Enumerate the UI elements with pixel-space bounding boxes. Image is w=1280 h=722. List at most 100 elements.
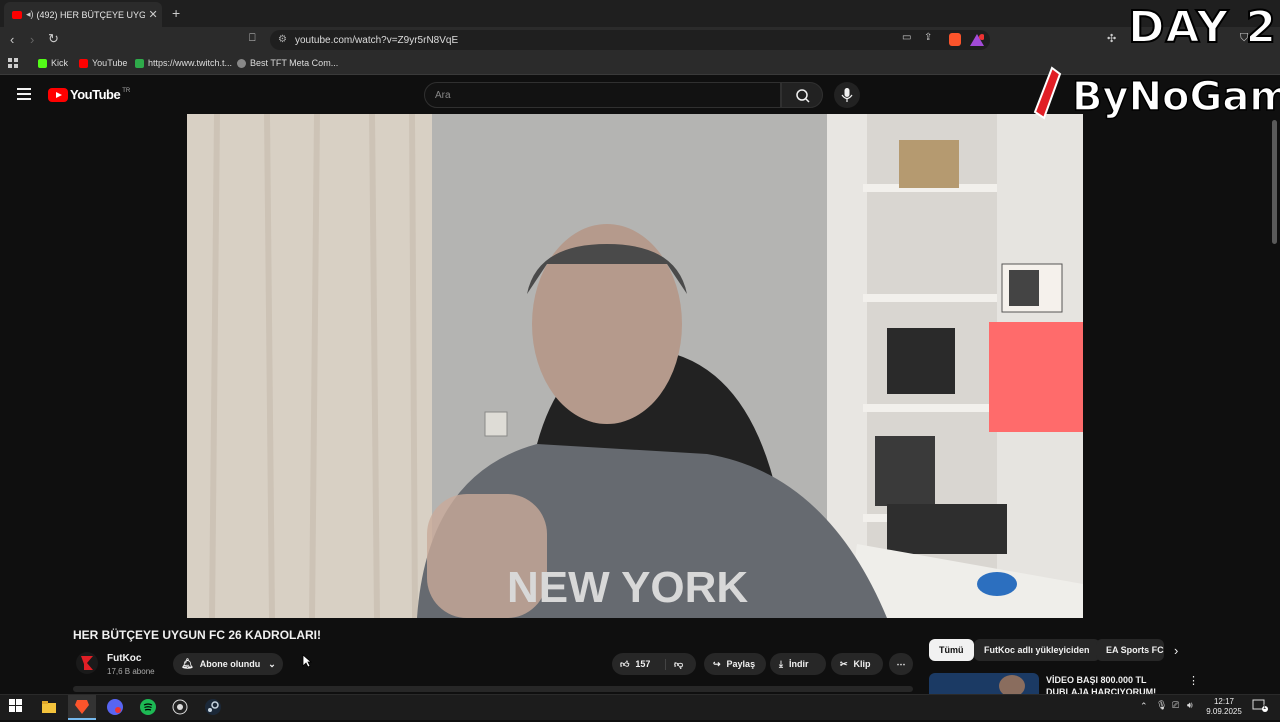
share-button[interactable]: ↪ Paylaş (704, 653, 766, 675)
description-box[interactable] (73, 686, 913, 692)
recommended-title[interactable]: VİDEO BAŞI 800.000 TL DUBLAJA HARCIYORUM… (1046, 674, 1178, 694)
site-info-icon[interactable]: ⚙ (278, 34, 287, 45)
bookmark-youtube[interactable]: YouTube (79, 58, 127, 68)
download-icon: ⤓ (779, 658, 783, 669)
cast-icon[interactable]: ▭ (902, 32, 911, 43)
like-button[interactable]: 👍︎ 157 (612, 658, 666, 670)
region-code: TR (122, 87, 131, 94)
sheet-icon (135, 58, 144, 68)
like-count: 157 (635, 659, 651, 669)
brave-taskbar-button[interactable] (68, 695, 96, 720)
youtube-play-icon (48, 87, 68, 102)
recommended-thumbnail[interactable] (929, 673, 1039, 694)
obs-icon[interactable] (172, 699, 188, 715)
rewards-icon[interactable] (970, 33, 985, 46)
bookmark-label: YouTube (92, 58, 128, 68)
more-actions-button[interactable]: ⋯ (889, 653, 913, 675)
speaker-icon[interactable]: ◂) (26, 9, 34, 20)
clock-date: 9.09.2025 (1206, 707, 1242, 716)
scissors-icon: ✂ (840, 658, 848, 669)
menu-icon[interactable] (17, 88, 31, 100)
share-label: Paylaş (726, 659, 756, 669)
clip-button[interactable]: ✂ Klip (831, 653, 883, 675)
brand-text: ByNoGame (1072, 74, 1280, 120)
steam-icon[interactable] (205, 699, 221, 715)
bookmark-tft[interactable]: Best TFT Meta Com... (237, 58, 338, 68)
youtube-icon (79, 58, 88, 68)
windows-start-icon[interactable] (9, 699, 25, 715)
taskbar-clock[interactable]: 12:17 9.09.2025 (1200, 697, 1248, 717)
tab-strip (0, 0, 1280, 27)
bell-icon: 🔔︎ (181, 658, 194, 670)
chip-all[interactable]: Tümü (929, 639, 974, 661)
url-text: youtube.com/watch?v=Z9yr5rN8VqE (295, 34, 459, 46)
bookmark-label: https://www.twitch.t... (148, 58, 233, 68)
voice-search-button[interactable] (834, 82, 860, 108)
more-horizontal-icon: ⋯ (896, 658, 906, 669)
youtube-logo[interactable]: YouTube TR (48, 87, 130, 102)
apps-grid-icon[interactable] (8, 58, 18, 68)
logo-text: YouTube (70, 87, 121, 102)
search-button[interactable] (781, 82, 823, 108)
thumbs-down-icon: 👎︎ (674, 658, 684, 669)
kick-icon (38, 58, 47, 68)
microphone-tray-icon[interactable]: 🎙︎ (1156, 700, 1167, 711)
notification-center-icon[interactable]: 1 (1252, 699, 1268, 713)
clip-label: Klip (853, 659, 871, 669)
search-input[interactable]: Ara (424, 82, 781, 108)
channel-avatar[interactable] (76, 652, 98, 674)
rec-title-line1: VİDEO BAŞI 800.000 TL (1046, 675, 1147, 685)
browser-tab[interactable]: ◂) (492) HER BÜTÇEYE UYGUN F ✕ (4, 2, 162, 27)
close-tab-icon[interactable]: ✕ (149, 8, 158, 21)
like-dislike-group: 👍︎ 157 👎︎ (612, 653, 696, 675)
rec-title-line2: DUBLAJA HARCIYORUM! Bubi (1046, 687, 1157, 694)
bookmark-twitch[interactable]: https://www.twitch.t... (135, 58, 232, 68)
discord-icon[interactable] (107, 699, 123, 715)
channel-name[interactable]: FutKoc (107, 653, 141, 664)
network-icon[interactable]: ⎚ (1172, 700, 1179, 711)
bookmark-label: Best TFT Meta Com... (250, 58, 339, 68)
bookmark-label: Kick (51, 58, 69, 68)
bookmark-kick[interactable]: Kick (38, 58, 68, 68)
brave-shield-icon[interactable] (949, 33, 961, 46)
chip-from-uploader[interactable]: FutKoc adlı yükleyiciden (974, 639, 1100, 661)
shirt-text: NEW YORK (507, 563, 748, 612)
mouse-cursor (302, 654, 313, 673)
file-explorer-icon[interactable] (41, 699, 57, 715)
volume-icon[interactable]: 🔊︎ (1187, 700, 1193, 711)
dislike-button[interactable]: 👎︎ (666, 659, 683, 670)
share-page-icon[interactable]: ⇪ (924, 32, 932, 43)
spotify-icon[interactable] (140, 699, 156, 715)
chevron-down-icon: ⌄ (268, 658, 276, 669)
search-icon (796, 89, 810, 103)
video-player[interactable]: NEW YORK (187, 114, 1083, 618)
reload-icon[interactable]: ↻ (48, 31, 59, 47)
bookmark-page-icon[interactable]: ⎕ (249, 32, 256, 45)
forward-icon[interactable]: › (30, 32, 34, 47)
video-frame: NEW YORK (187, 114, 1083, 618)
back-icon[interactable]: ‹ (10, 32, 14, 47)
tab-title: (492) HER BÜTÇEYE UYGUN F (36, 9, 145, 20)
microphone-icon (841, 88, 853, 102)
chevron-up-icon[interactable]: ⌃ (1140, 701, 1148, 712)
tft-icon (237, 58, 246, 68)
download-label: İndir (788, 659, 809, 669)
chip-ea-sports[interactable]: EA Sports FC (1096, 639, 1164, 661)
new-tab-button[interactable]: + (172, 5, 180, 21)
address-bar[interactable]: ⚙ youtube.com/watch?v=Z9yr5rN8VqE (270, 30, 990, 50)
subscribe-label: Abone olundu (199, 659, 261, 669)
youtube-favicon-icon (12, 10, 22, 19)
share-icon: ↪ (713, 658, 721, 669)
clock-time: 12:17 (1213, 697, 1235, 706)
notification-count: 1 (1263, 705, 1267, 711)
bynogame-logo: ByNoGame (1030, 64, 1280, 124)
extensions-icon[interactable]: ✣ (1107, 32, 1116, 45)
day-overlay-label: DAY 2 (1127, 1, 1278, 54)
thumbs-up-icon: 👍︎ (620, 658, 630, 669)
subscriber-count: 17,6 B abone (107, 667, 155, 676)
subscribed-button[interactable]: 🔔︎ Abone olundu ⌄ (173, 653, 283, 675)
page-scrollbar[interactable] (1272, 120, 1277, 244)
chevron-right-icon[interactable]: › (1174, 643, 1178, 658)
download-button[interactable]: ⤓ İndir (770, 653, 826, 675)
more-vertical-icon[interactable]: ⋮ (1188, 674, 1199, 687)
